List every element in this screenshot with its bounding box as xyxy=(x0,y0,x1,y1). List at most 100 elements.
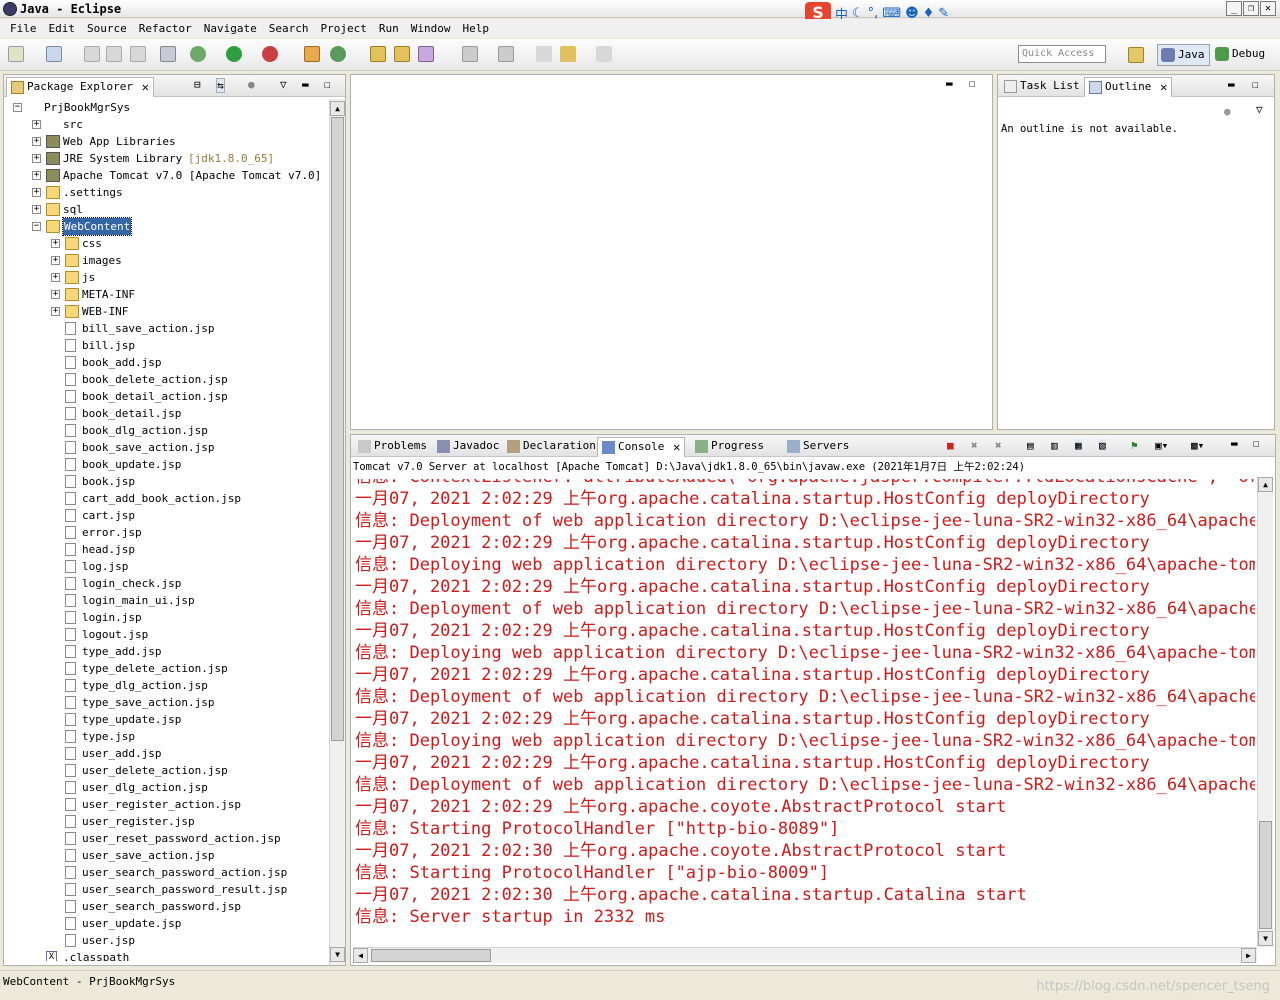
link-with-editor-icon[interactable]: ⇆ xyxy=(216,78,225,93)
open-console-icon[interactable]: ▩▾ xyxy=(1191,439,1204,452)
java-perspective-button[interactable]: Java xyxy=(1157,44,1210,66)
tree-item[interactable]: book_detail.jsp xyxy=(5,405,330,422)
tree-item[interactable]: user_search_password.jsp xyxy=(5,898,330,915)
focus-icon[interactable]: ● xyxy=(1224,105,1231,118)
tree-item[interactable]: user_delete_action.jsp xyxy=(5,762,330,779)
open-resource-icon[interactable] xyxy=(394,46,410,62)
tree-item[interactable]: cart.jsp xyxy=(5,507,330,524)
menu-help[interactable]: Help xyxy=(456,22,495,35)
tree-item[interactable]: user_reset_password_action.jsp xyxy=(5,830,330,847)
view-menu-icon[interactable]: ▽ xyxy=(280,78,287,91)
pin-console-icon[interactable]: ⚑ xyxy=(1131,439,1138,452)
tree-item[interactable]: + js xyxy=(5,269,330,286)
tree-item[interactable]: book_dlg_action.jsp xyxy=(5,422,330,439)
tree-item[interactable]: user_update.jsp xyxy=(5,915,330,932)
open-type-icon[interactable] xyxy=(370,46,386,62)
expand-icon[interactable]: + xyxy=(51,307,60,316)
toggle-breadcrumb-icon[interactable] xyxy=(160,46,176,62)
tree-item[interactable]: user_search_password_result.jsp xyxy=(5,881,330,898)
tree-item[interactable]: logout.jsp xyxy=(5,626,330,643)
h-scroll-thumb[interactable] xyxy=(371,949,491,962)
tree-item[interactable]: book_detail_action.jsp xyxy=(5,388,330,405)
tree-item[interactable]: − WebContent xyxy=(5,217,330,236)
scroll-right-icon[interactable]: ▶ xyxy=(1241,948,1256,963)
view-menu-icon[interactable]: ▽ xyxy=(1256,103,1263,116)
scroll-up-icon[interactable]: ▲ xyxy=(330,101,345,116)
tree-item[interactable]: type_add.jsp xyxy=(5,643,330,660)
minimize-button[interactable]: _ xyxy=(1226,1,1242,16)
display-console-icon[interactable]: ▣▾ xyxy=(1155,439,1168,452)
minimize-view-icon[interactable]: ▬ xyxy=(302,78,309,91)
tree-item[interactable]: book_add.jsp xyxy=(5,354,330,371)
tree-item[interactable]: + JRE System Library [jdk1.8.0_65] xyxy=(5,150,330,167)
maximize-editor-icon[interactable]: ☐ xyxy=(969,77,976,90)
word-wrap-icon[interactable]: ▦ xyxy=(1075,439,1082,452)
print-icon[interactable] xyxy=(130,46,146,62)
console-horizontal-scrollbar[interactable]: ◀ ▶ xyxy=(353,947,1257,963)
tree-item[interactable]: user_search_password_action.jsp xyxy=(5,864,330,881)
tree-item[interactable]: type_update.jsp xyxy=(5,711,330,728)
tree-item[interactable]: + src xyxy=(5,116,330,133)
scroll-thumb[interactable] xyxy=(1259,821,1272,929)
tree-item[interactable]: user.jsp xyxy=(5,932,330,949)
maximize-view-icon[interactable]: ☐ xyxy=(1252,78,1259,91)
scroll-down-icon[interactable]: ▼ xyxy=(330,947,345,962)
maximize-view-icon[interactable]: ☐ xyxy=(1253,437,1260,450)
maximize-view-icon[interactable]: ☐ xyxy=(324,78,331,91)
clear-console-icon[interactable]: ▤ xyxy=(1027,439,1034,452)
tree-item[interactable]: + META-INF xyxy=(5,286,330,303)
refresh-icon[interactable] xyxy=(330,46,346,62)
tab-console[interactable]: Console ✕ xyxy=(597,437,686,457)
server-icon[interactable] xyxy=(304,46,320,62)
expand-icon[interactable]: + xyxy=(51,273,60,282)
new-package-icon[interactable] xyxy=(46,46,62,62)
tree-item[interactable]: log.jsp xyxy=(5,558,330,575)
tree-item[interactable]: + .settings xyxy=(5,184,330,201)
tree-item[interactable]: + Web App Libraries xyxy=(5,133,330,150)
minimize-editor-icon[interactable]: ▬ xyxy=(946,77,953,90)
run-icon[interactable] xyxy=(226,46,242,62)
tree-item[interactable]: book_save_action.jsp xyxy=(5,439,330,456)
tree-item[interactable]: + WEB-INF xyxy=(5,303,330,320)
forward-icon[interactable] xyxy=(596,46,612,62)
tree-item[interactable]: head.jsp xyxy=(5,541,330,558)
expand-icon[interactable]: + xyxy=(32,154,41,163)
new-icon[interactable] xyxy=(8,46,24,62)
tree-item[interactable]: − PrjBookMgrSys xyxy=(5,99,330,116)
menu-project[interactable]: Project xyxy=(314,22,372,35)
tab-servers[interactable]: Servers xyxy=(783,437,869,457)
tree-item[interactable]: error.jsp xyxy=(5,524,330,541)
tree-item[interactable]: user_register_action.jsp xyxy=(5,796,330,813)
console-vertical-scrollbar[interactable]: ▲ ▼ xyxy=(1257,477,1273,947)
tree-item[interactable]: + Apache Tomcat v7.0 [Apache Tomcat v7.0] xyxy=(5,167,330,184)
collapse-all-icon[interactable]: ⊟ xyxy=(194,78,201,91)
tree-item[interactable]: + images xyxy=(5,252,330,269)
tab-package-explorer[interactable]: Package Explorer ✕ xyxy=(6,77,154,97)
tree-item[interactable]: + css xyxy=(5,235,330,252)
restore-button[interactable]: ❐ xyxy=(1243,1,1259,16)
scroll-lock-icon[interactable]: ▥ xyxy=(1051,439,1058,452)
save-icon[interactable] xyxy=(84,46,100,62)
tree-item[interactable]: type_save_action.jsp xyxy=(5,694,330,711)
expand-icon[interactable]: + xyxy=(32,137,41,146)
debug-perspective-button[interactable]: Debug xyxy=(1212,44,1269,66)
minimize-view-icon[interactable]: ▬ xyxy=(1228,78,1235,91)
tree-item[interactable]: type_delete_action.jsp xyxy=(5,660,330,677)
scroll-thumb[interactable] xyxy=(331,117,344,741)
tree-item[interactable]: login_check.jsp xyxy=(5,575,330,592)
tab-outline[interactable]: Outline ✕ xyxy=(1084,77,1173,97)
close-icon[interactable]: ✕ xyxy=(673,438,680,456)
tree-item[interactable]: user_save_action.jsp xyxy=(5,847,330,864)
menu-navigate[interactable]: Navigate xyxy=(198,22,263,35)
terminate-icon[interactable]: ■ xyxy=(947,439,954,452)
close-icon[interactable]: ✕ xyxy=(1160,78,1167,96)
menu-file[interactable]: File xyxy=(4,22,43,35)
menu-window[interactable]: Window xyxy=(405,22,457,35)
expand-icon[interactable]: + xyxy=(32,205,41,214)
scroll-up-icon[interactable]: ▲ xyxy=(1258,477,1273,492)
close-window-button[interactable]: ✕ xyxy=(1260,1,1276,16)
focus-icon[interactable]: ● xyxy=(248,78,255,91)
tree-item[interactable]: login.jsp xyxy=(5,609,330,626)
tree-item[interactable]: user_dlg_action.jsp xyxy=(5,779,330,796)
run-external-icon[interactable] xyxy=(262,46,278,62)
